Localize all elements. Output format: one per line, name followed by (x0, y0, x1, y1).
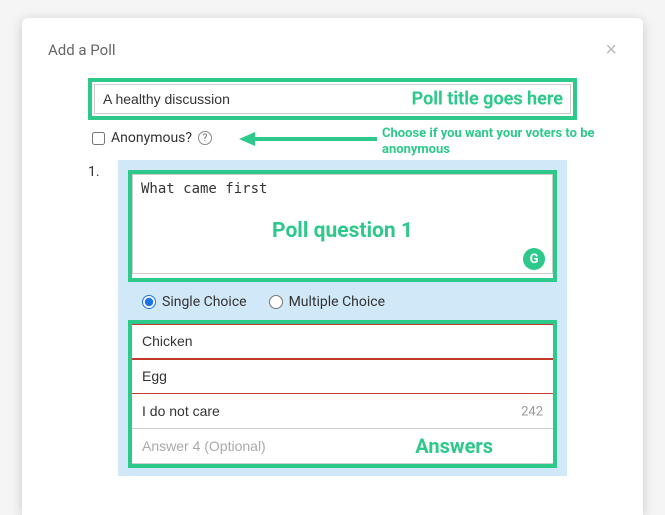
multiple-choice-radio[interactable] (269, 295, 283, 309)
question-row: 1. Poll question 1 G Single Choice Multi… (88, 160, 617, 476)
annotation-anonymous: Choose if you want your voters to be ano… (382, 126, 617, 159)
single-choice-label: Single Choice (162, 294, 247, 310)
answers-highlight: 242 Answers (128, 320, 557, 468)
anonymous-checkbox[interactable] (92, 132, 105, 145)
answer-input-2[interactable] (132, 359, 553, 394)
single-choice-radio[interactable] (142, 295, 156, 309)
poll-title-input[interactable] (94, 84, 571, 114)
grammarly-icon[interactable]: G (523, 248, 545, 270)
answer-row: 242 (132, 394, 553, 429)
question-text-highlight: Poll question 1 G (128, 170, 557, 282)
question-container: Poll question 1 G Single Choice Multiple… (118, 160, 567, 476)
answer-input-4[interactable] (132, 429, 553, 464)
answer-input-1[interactable] (132, 324, 553, 359)
modal-header: Add a Poll × (48, 40, 617, 60)
add-poll-modal: Add a Poll × Poll title goes here Anonym… (22, 18, 643, 515)
help-icon[interactable]: ? (198, 131, 212, 145)
annotation-arrow-icon (237, 128, 381, 150)
close-button[interactable]: × (605, 40, 617, 60)
single-choice-option[interactable]: Single Choice (142, 294, 247, 310)
anonymous-row: Anonymous? ? Choose if you want your vot… (92, 130, 617, 146)
answer-input-3[interactable] (132, 394, 553, 429)
question-number: 1. (88, 160, 106, 476)
multiple-choice-option[interactable]: Multiple Choice (269, 294, 385, 310)
modal-title: Add a Poll (48, 41, 116, 59)
anonymous-label: Anonymous? (111, 130, 192, 146)
question-text-input[interactable] (132, 174, 553, 274)
answer-row (132, 359, 553, 394)
multiple-choice-label: Multiple Choice (289, 294, 385, 310)
choice-type-row: Single Choice Multiple Choice (128, 294, 557, 320)
background-blur (0, 0, 665, 8)
answer-row (132, 324, 553, 359)
poll-title-highlight: Poll title goes here (88, 78, 577, 120)
char-count: 242 (521, 404, 543, 419)
answer-row (132, 429, 553, 464)
